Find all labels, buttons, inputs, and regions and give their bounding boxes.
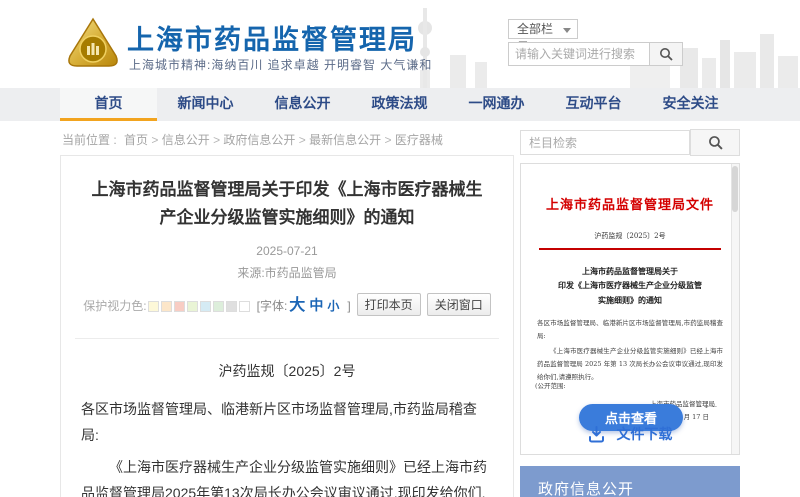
preview-scope-note: (公开范围: [535, 380, 566, 390]
document-number: 沪药监规〔2025〕2号 [61, 361, 513, 381]
site-title: 上海市药品监督管理局 [127, 18, 417, 57]
article-title: 上海市药品监督管理局关于印发《上海市医疗器械生产企业分级监管实施细则》的通知 [89, 176, 485, 232]
site-header: 上海市药品监督管理局 上海城市精神:海纳百川 追求卓越 开明睿智 大气谦和 全部… [0, 0, 800, 88]
search-icon [708, 135, 723, 150]
preview-doc-number: 沪药监规〔2025〕2号 [521, 231, 739, 241]
article-separator [75, 338, 499, 339]
font-size-label-open: [字体: [257, 299, 288, 313]
sidebar-search-button[interactable] [690, 129, 740, 156]
print-page-button[interactable]: 打印本页 [357, 293, 421, 316]
preview-title: 上海市药品监督管理局关于 印发《上海市医疗器械生产企业分级监管 实施细则》的通知 [521, 264, 739, 307]
search-icon [659, 47, 673, 61]
breadcrumb-home[interactable]: 首页 [124, 133, 148, 147]
article-source: 来源:市药品监管局 [61, 264, 513, 281]
font-size-large-button[interactable]: 大 [289, 297, 305, 314]
document-paragraph: 各区市场监督管理局、临港新片区市场监督管理局,市药监局稽查局: [81, 397, 493, 449]
gov-info-banner[interactable]: 政府信息公开 [520, 466, 740, 497]
breadcrumb-latest-info[interactable]: 最新信息公开 [295, 133, 381, 147]
site-search-input[interactable] [508, 42, 650, 66]
nav-item-online-services[interactable]: 一网通办 [448, 88, 545, 121]
breadcrumb-gov-info[interactable]: 政府信息公开 [210, 133, 296, 147]
breadcrumb-prefix: 当前位置 : [62, 133, 117, 147]
gov-info-banner-label: 政府信息公开 [538, 481, 634, 497]
document-paragraph: 《上海市医疗器械生产企业分级监管实施细则》已经上海市药品监督管理局2025年第1… [81, 455, 493, 497]
preview-scrollbar-thumb[interactable] [732, 166, 738, 212]
preview-body-paragraph: 《上海市医疗器械生产企业分级监管实施细则》已经上海市药品监督管理局 2025 年… [537, 345, 723, 384]
nav-item-interaction[interactable]: 互动平台 [545, 88, 642, 121]
nav-item-news[interactable]: 新闻中心 [157, 88, 254, 121]
font-size-label-close: ] [347, 299, 350, 313]
nav-item-policies[interactable]: 政策法规 [351, 88, 448, 121]
preview-body-paragraph: 各区市场监督管理局、临港新片区市场监督管理局,市药监局稽查局: [537, 317, 723, 343]
eye-color-swatch[interactable] [239, 301, 250, 312]
eye-color-swatch[interactable] [226, 301, 237, 312]
site-search-button[interactable] [650, 42, 683, 66]
font-size-small-button[interactable]: 小 [327, 299, 339, 313]
breadcrumb-medical-devices[interactable]: 医疗器械 [381, 133, 443, 147]
site-slogan: 上海城市精神:海纳百川 追求卓越 开明睿智 大气谦和 [129, 56, 432, 73]
chevron-down-icon [563, 28, 571, 33]
page: 上海市药品监督管理局 上海城市精神:海纳百川 追求卓越 开明睿智 大气谦和 全部… [0, 0, 800, 497]
article-toolbar: 保护视力色: [字体:大中小] 打印本页关闭窗口 [61, 291, 513, 316]
search-category-select[interactable]: 全部栏目 [508, 19, 578, 39]
article-panel: 上海市药品监督管理局关于印发《上海市医疗器械生产企业分级监管实施细则》的通知 2… [60, 155, 514, 497]
nav-item-info-disclosure[interactable]: 信息公开 [254, 88, 351, 121]
nav-item-safety[interactable]: 安全关注 [642, 88, 739, 121]
file-download-label: 文件下载 [616, 426, 672, 442]
preview-scrollbar[interactable] [731, 164, 739, 454]
eye-color-swatch[interactable] [161, 301, 172, 312]
eye-color-swatch[interactable] [148, 301, 159, 312]
article-date: 2025-07-21 [61, 244, 513, 258]
download-icon [588, 426, 605, 443]
main-nav: 首页 新闻中心 信息公开 政策法规 一网通办 互动平台 安全关注 [0, 88, 800, 121]
preview-page-number: — 1 — [696, 402, 717, 410]
eye-color-swatch[interactable] [213, 301, 224, 312]
nav-item-home[interactable]: 首页 [60, 88, 157, 121]
close-window-button[interactable]: 关闭窗口 [427, 293, 491, 316]
agency-logo [66, 16, 120, 72]
font-size-medium-button[interactable]: 中 [309, 297, 323, 313]
preview-page: 上海市药品监督管理局文件 沪药监规〔2025〕2号 上海市药品监督管理局关于 印… [521, 194, 739, 421]
file-download-link[interactable]: 文件下载 [521, 424, 739, 444]
preview-red-divider [539, 248, 721, 250]
breadcrumb-info-disclosure[interactable]: 信息公开 [148, 133, 210, 147]
eye-protect-label: 保护视力色: [83, 299, 146, 313]
eye-color-swatch[interactable] [174, 301, 185, 312]
eye-color-swatch[interactable] [200, 301, 211, 312]
breadcrumb: 当前位置 : 首页信息公开政府信息公开最新信息公开医疗器械 [62, 131, 443, 148]
eye-color-swatch[interactable] [187, 301, 198, 312]
document-preview: 上海市药品监督管理局文件 沪药监规〔2025〕2号 上海市药品监督管理局关于 印… [520, 163, 740, 455]
preview-red-header: 上海市药品监督管理局文件 [521, 194, 739, 213]
sidebar-search-input[interactable] [520, 130, 690, 155]
